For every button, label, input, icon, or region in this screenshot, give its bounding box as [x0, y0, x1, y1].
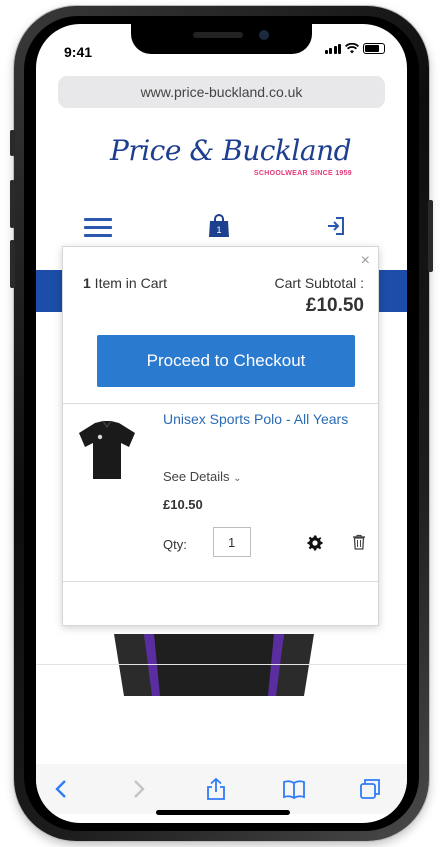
- cart-item-count-number: 1: [83, 275, 91, 291]
- sign-in-icon[interactable]: [326, 216, 346, 236]
- address-bar[interactable]: www.price-buckland.co.uk: [58, 76, 385, 108]
- tabs-icon[interactable]: [358, 777, 382, 801]
- safari-toolbar: [36, 764, 407, 814]
- cart-count: 1: [216, 225, 221, 235]
- volume-down-button: [10, 240, 15, 288]
- divider: [63, 581, 378, 582]
- status-icons: [324, 43, 385, 54]
- trash-icon[interactable]: [352, 534, 366, 550]
- divider: [36, 664, 407, 665]
- gear-icon[interactable]: [307, 535, 323, 551]
- product-name-link[interactable]: Unisex Sports Polo - All Years: [163, 409, 353, 429]
- status-time: 9:41: [64, 44, 93, 60]
- cart-item-count-text: Item in Cart: [90, 275, 168, 291]
- subtotal-label: Cart Subtotal :: [274, 275, 365, 291]
- qty-label: Qty:: [163, 537, 187, 552]
- brand-tagline: SCHOOLWEAR SINCE 1959: [253, 170, 352, 177]
- quantity-input[interactable]: [213, 527, 251, 557]
- item-price: £10.50: [163, 497, 203, 512]
- wifi-icon: [345, 43, 359, 54]
- see-details-toggle[interactable]: See Details ⌄: [163, 469, 242, 484]
- volume-up-button: [10, 180, 15, 228]
- header-nav: 1: [36, 214, 407, 244]
- chevron-down-icon: ⌄: [233, 473, 242, 484]
- power-button: [428, 200, 433, 272]
- notch: [131, 24, 312, 54]
- proceed-to-checkout-button[interactable]: Proceed to Checkout: [97, 335, 355, 387]
- see-details-label: See Details: [163, 469, 230, 484]
- product-thumbnail[interactable]: [77, 419, 137, 481]
- back-icon[interactable]: [50, 777, 74, 801]
- forward-icon[interactable]: [126, 777, 150, 801]
- close-icon[interactable]: ×: [361, 253, 370, 269]
- home-indicator: [156, 810, 290, 815]
- bookmarks-icon[interactable]: [282, 777, 306, 801]
- speaker: [193, 32, 243, 38]
- phone-screen: 9:41 www.price-buckland.co.uk Price & Bu…: [36, 24, 407, 823]
- mute-switch: [10, 130, 15, 156]
- front-camera: [259, 30, 269, 40]
- brand-logo[interactable]: Price & Buckland SCHOOLWEAR SINCE 1959: [102, 134, 362, 182]
- menu-icon[interactable]: [84, 218, 112, 238]
- share-icon[interactable]: [204, 777, 228, 801]
- product-hero-image: [114, 634, 314, 696]
- battery-icon: [363, 43, 385, 54]
- brand-logo-wordmark: Price & Buckland: [110, 134, 352, 167]
- mini-cart-popup: × 1 Item in Cart Cart Subtotal : £10.50 …: [62, 246, 379, 626]
- cart-item-count: 1 Item in Cart: [83, 275, 167, 291]
- shopping-bag-icon[interactable]: 1: [208, 214, 230, 238]
- divider: [63, 403, 378, 404]
- cellular-signal-icon: [324, 44, 341, 54]
- subtotal-value: £10.50: [305, 295, 364, 316]
